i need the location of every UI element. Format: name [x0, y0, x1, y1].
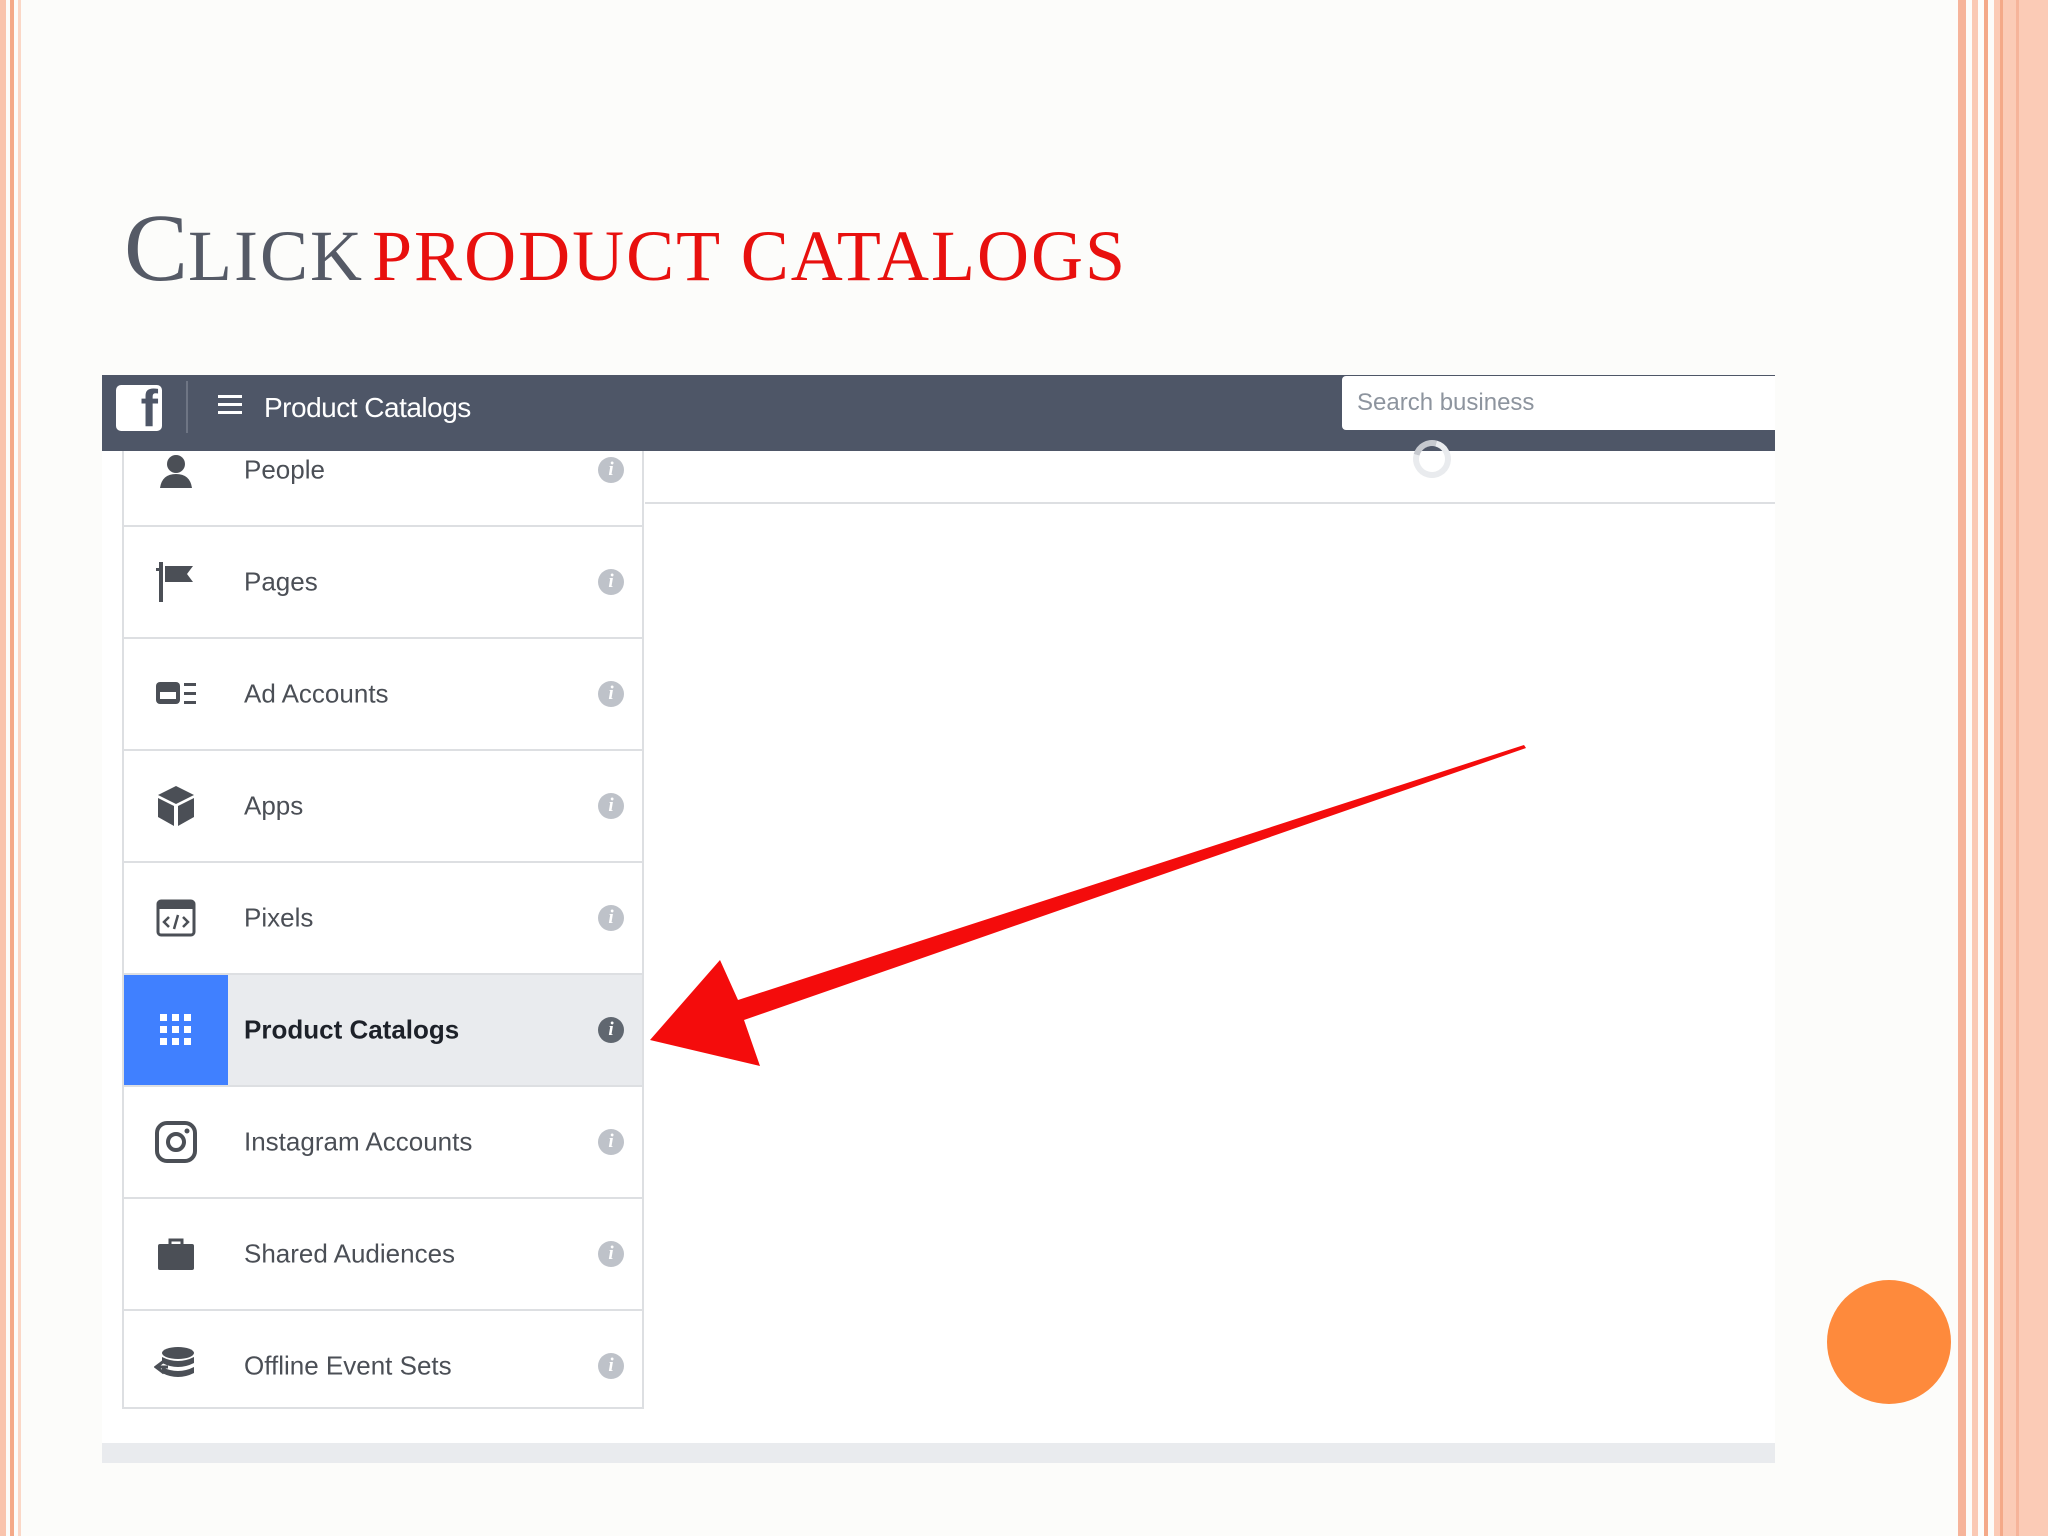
bottom-scroll-bar [102, 1443, 1775, 1463]
info-icon[interactable]: i [598, 793, 624, 819]
instagram-icon [124, 1087, 228, 1197]
sidebar-item-people[interactable]: People i [124, 451, 642, 527]
sidebar-item-offline-event-sets[interactable]: Offline Event Sets i [124, 1311, 642, 1407]
info-icon[interactable]: i [598, 569, 624, 595]
person-icon [124, 451, 228, 525]
ad-account-icon [124, 639, 228, 749]
sidebar-item-label: Product Catalogs [244, 1014, 460, 1045]
code-window-icon [124, 863, 228, 973]
grid-icon [124, 975, 228, 1085]
content-divider [645, 502, 1775, 504]
facebook-logo-icon[interactable]: f [116, 385, 162, 431]
sidebar-item-label: Pixels [244, 902, 314, 933]
info-icon[interactable]: i [598, 1353, 624, 1379]
sidebar-item-ad-accounts[interactable]: Ad Accounts i [124, 639, 642, 751]
settings-sidebar: People i Pages i Ad Accounts i Apps i Pi… [122, 451, 644, 1409]
sidebar-item-shared-audiences[interactable]: Shared Audiences i [124, 1199, 642, 1311]
title-initial: C [124, 194, 189, 301]
search-input[interactable] [1342, 376, 1775, 430]
title-highlight: product catalogs [372, 216, 1128, 296]
sidebar-item-label: Pages [244, 566, 318, 597]
info-icon[interactable]: i [598, 1129, 624, 1155]
sidebar-item-label: Ad Accounts [244, 678, 389, 709]
page-title[interactable]: Product Catalogs [264, 392, 471, 424]
sidebar-item-label: People [244, 454, 325, 485]
left-border-decoration [0, 0, 28, 1536]
sidebar-item-pages[interactable]: Pages i [124, 527, 642, 639]
slide-title: Click product catalogs [124, 200, 1127, 296]
database-sync-icon [124, 1311, 228, 1407]
top-navigation-bar: f Product Catalogs [102, 375, 1775, 451]
cube-icon [124, 751, 228, 861]
right-border-decoration [1958, 0, 2048, 1536]
info-icon[interactable]: i [598, 457, 624, 483]
sidebar-item-instagram-accounts[interactable]: Instagram Accounts i [124, 1087, 642, 1199]
sidebar-item-label: Offline Event Sets [244, 1350, 452, 1381]
title-word: lick [188, 216, 365, 296]
flag-icon [124, 527, 228, 637]
decorative-circle [1827, 1280, 1951, 1404]
sidebar-item-pixels[interactable]: Pixels i [124, 863, 642, 975]
sidebar-item-product-catalogs[interactable]: Product Catalogs i [124, 975, 642, 1087]
info-icon[interactable]: i [598, 681, 624, 707]
sidebar-item-apps[interactable]: Apps i [124, 751, 642, 863]
sidebar-item-label: Shared Audiences [244, 1238, 456, 1269]
sidebar-item-label: Apps [244, 790, 304, 821]
sidebar-item-label: Instagram Accounts [244, 1126, 473, 1157]
topbar-divider [186, 381, 188, 433]
business-manager-screenshot: f Product Catalogs People i Pages i [102, 375, 1775, 1463]
hamburger-menu-icon[interactable] [218, 395, 242, 415]
info-icon[interactable]: i [598, 1241, 624, 1267]
briefcase-icon [124, 1199, 228, 1309]
info-icon[interactable]: i [598, 1017, 624, 1043]
info-icon[interactable]: i [598, 905, 624, 931]
